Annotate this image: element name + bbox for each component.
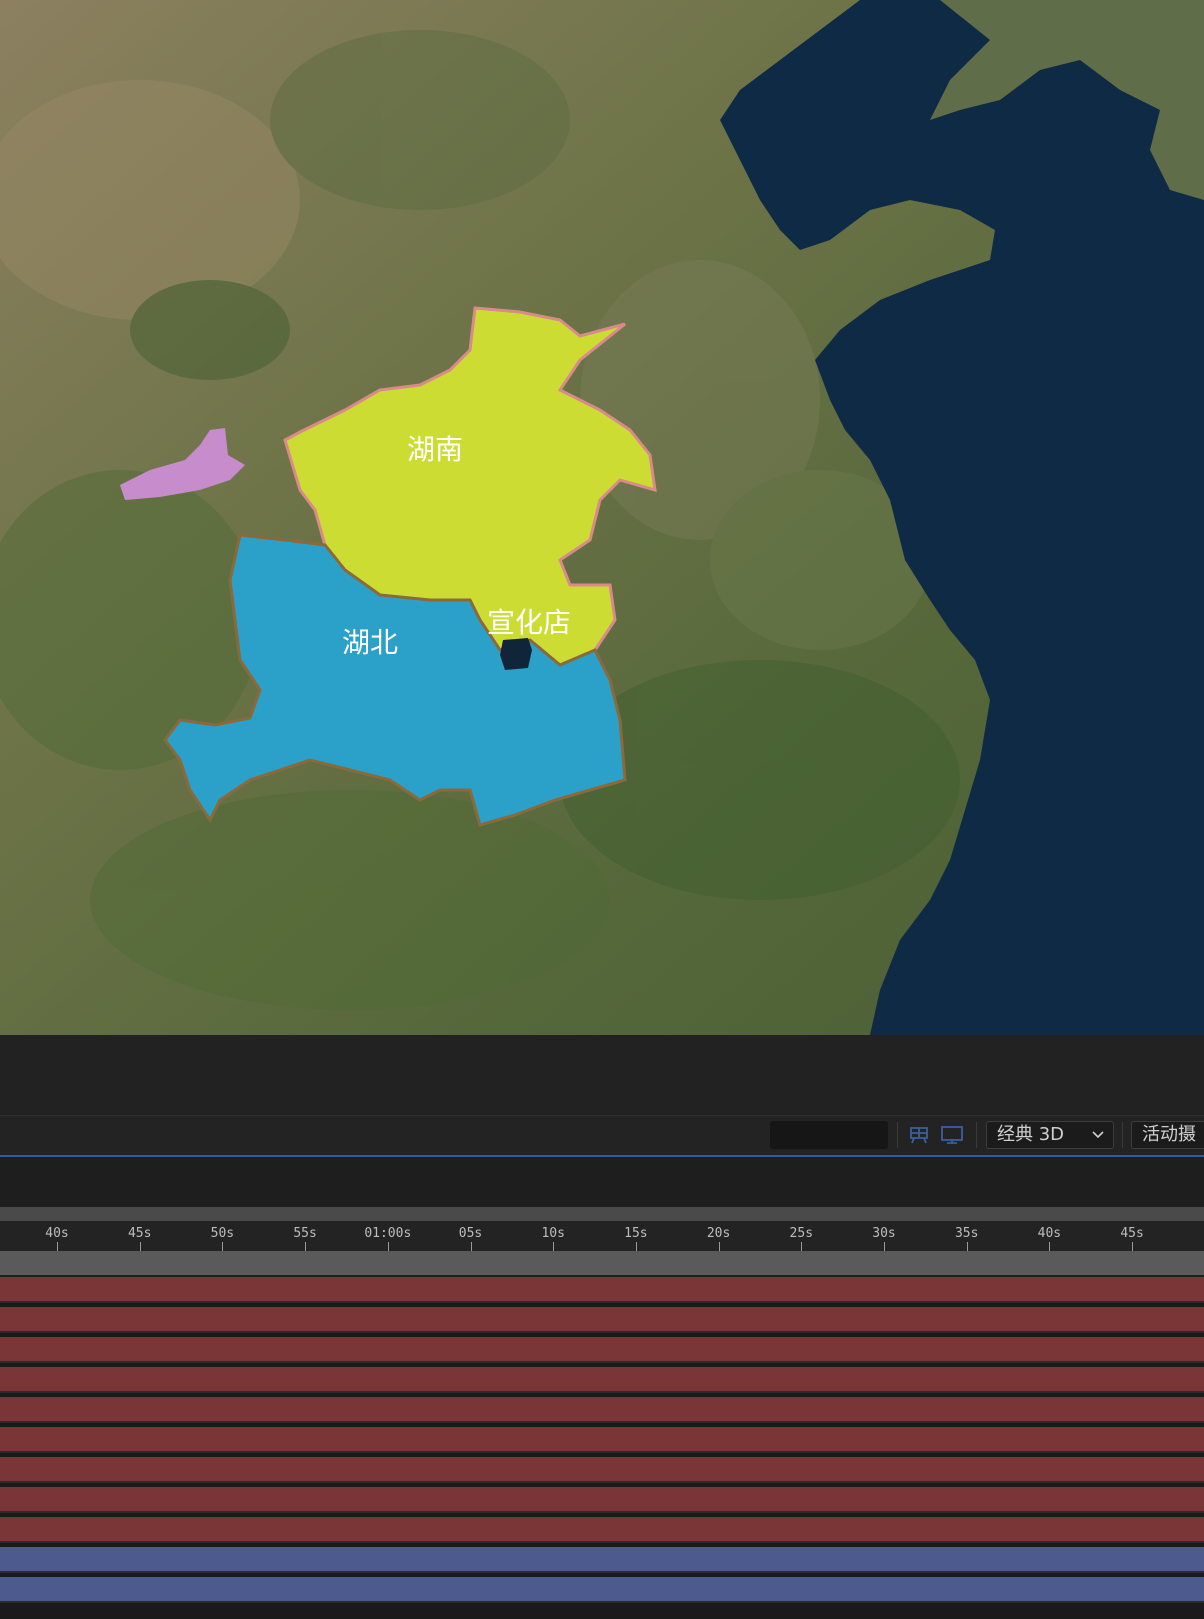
chevron-down-icon xyxy=(1091,1122,1105,1156)
ruler-tick-mark xyxy=(139,1242,141,1251)
ruler-tick-label: 45s xyxy=(127,1226,152,1241)
satellite-map: 湖南 湖北 宣化店 xyxy=(0,0,1204,1035)
ruler-tick-mark xyxy=(222,1242,224,1251)
toolbar-separator xyxy=(1122,1122,1123,1148)
layer-bar-red[interactable] xyxy=(0,1517,1204,1543)
panel-spacer xyxy=(0,1035,1204,1115)
layer-bar-blue[interactable] xyxy=(0,1547,1204,1573)
location-marker[interactable] xyxy=(500,638,532,670)
viewer-toolbar: 经典 3D 活动摄 xyxy=(0,1115,1204,1156)
work-area-bar[interactable] xyxy=(0,1207,1204,1221)
layer-bar-blue[interactable] xyxy=(0,1577,1204,1603)
layer-bar-red[interactable] xyxy=(0,1307,1204,1333)
ruler-tick-label: 45s xyxy=(1120,1226,1144,1241)
composition-viewer[interactable]: 湖南 湖北 宣化店 xyxy=(0,0,1204,1035)
ruler-tick-mark xyxy=(553,1242,555,1251)
label-hubei: 湖北 xyxy=(342,626,398,659)
layer-bar-red[interactable] xyxy=(0,1487,1204,1513)
ruler-tick-mark xyxy=(635,1242,637,1251)
label-hunan: 湖南 xyxy=(407,433,463,466)
label-xuanhuadian: 宣化店 xyxy=(487,606,571,639)
layer-bar-red[interactable] xyxy=(0,1397,1204,1423)
time-ruler[interactable]: 40s 45s 50s 55s 01:00s 05s 10s 15s 20s 25s 30s 35s 4… xyxy=(0,1221,1204,1251)
layer-bar-red[interactable] xyxy=(0,1427,1204,1453)
toolbar-separator xyxy=(976,1122,977,1148)
ruler-tick-mark xyxy=(884,1242,885,1251)
ruler-tick-mark xyxy=(718,1242,720,1251)
ruler-tick-mark xyxy=(1049,1242,1051,1251)
ruler-tick-mark xyxy=(470,1242,472,1251)
ruler-tick-label: 30s xyxy=(872,1226,896,1241)
ruler-tick-label: 40s xyxy=(45,1226,69,1241)
ruler-tick-label: 25s xyxy=(789,1226,814,1241)
layer-bar-red[interactable] xyxy=(0,1337,1204,1363)
ruler-tick-mark xyxy=(801,1242,803,1251)
layer-bar-red[interactable] xyxy=(0,1457,1204,1483)
toolbar-separator xyxy=(897,1122,898,1148)
view-dropdown[interactable]: 活动摄 xyxy=(1131,1121,1204,1149)
ruler-tick-label: 01:00s xyxy=(364,1226,412,1241)
ruler-tick-mark xyxy=(387,1242,389,1251)
layer-bar-red[interactable] xyxy=(0,1367,1204,1393)
view-label: 活动摄 xyxy=(1142,1124,1196,1145)
layer-bar-red[interactable] xyxy=(0,1277,1204,1303)
ruler-tick-mark xyxy=(305,1242,307,1251)
layer-tracks xyxy=(0,1277,1204,1619)
ruler-tick-label: 40s xyxy=(1037,1226,1062,1241)
renderer-dropdown[interactable]: 经典 3D xyxy=(986,1121,1114,1149)
ruler-tick-label: 55s xyxy=(293,1226,317,1241)
ruler-tick-label: 10s xyxy=(541,1226,565,1241)
ruler-tick-label: 15s xyxy=(624,1226,648,1241)
work-area-range[interactable] xyxy=(0,1251,1204,1275)
preview-swatch[interactable] xyxy=(770,1121,888,1149)
ruler-tick-mark xyxy=(966,1242,968,1251)
grid-icon[interactable] xyxy=(908,1125,930,1153)
ruler-tick-mark xyxy=(1132,1242,1134,1251)
ruler-tick-label: 35s xyxy=(954,1226,979,1241)
ruler-tick-mark xyxy=(57,1242,58,1251)
renderer-label: 经典 3D xyxy=(997,1124,1065,1145)
ruler-tick-label: 05s xyxy=(458,1226,483,1241)
monitor-icon[interactable] xyxy=(940,1125,964,1153)
ruler-tick-label: 50s xyxy=(210,1226,235,1241)
ruler-tick-label: 20s xyxy=(706,1226,731,1241)
timeline-header xyxy=(0,1157,1204,1207)
